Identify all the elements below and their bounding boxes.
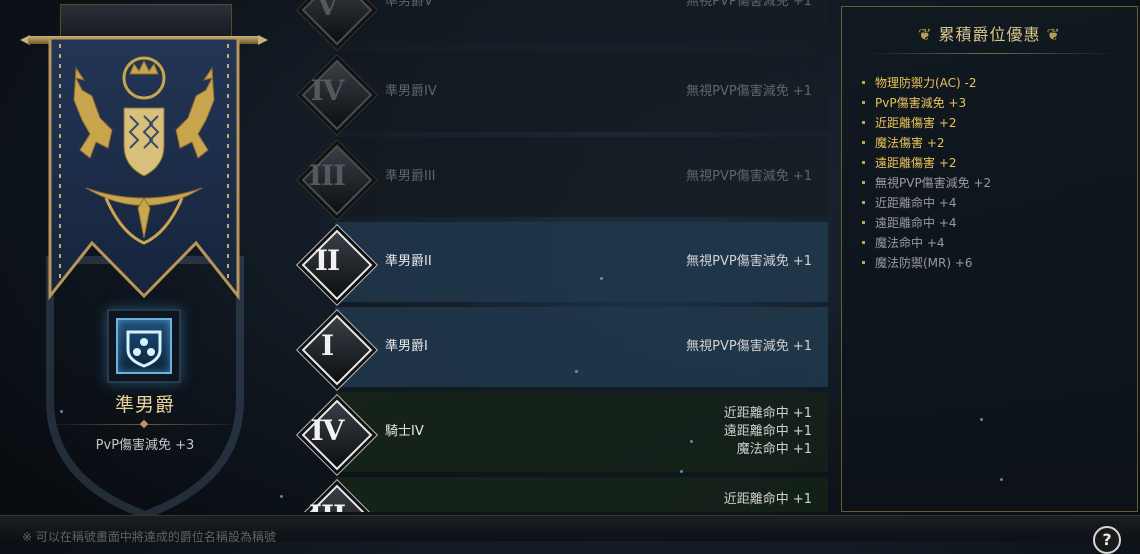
- rank-bonus: 無視PVP傷害減免 +1: [552, 0, 812, 42]
- benefit-text: PvP傷害減免 +3: [875, 96, 967, 110]
- rank-name: 騎士IV: [385, 424, 424, 439]
- benefit-text: 魔法命中 +4: [875, 236, 945, 250]
- bullet-icon: [862, 140, 865, 144]
- benefit-text: 魔法防禦(MR) +6: [875, 256, 973, 270]
- benefit-item: 遠距離命中 +4: [862, 213, 991, 233]
- bullet-icon: [862, 220, 865, 224]
- footer-bar: ※ 可以在稱號畫面中將達成的爵位名稱設為稱號 ?: [0, 515, 1140, 554]
- bullet-icon: [862, 200, 865, 204]
- rank-bonus-line: 無視PVP傷害減免 +1: [686, 169, 812, 184]
- bullet-icon: [862, 180, 865, 184]
- rank-bonus-line: 近距離命中 +1: [723, 492, 812, 507]
- rank-list[interactable]: 準男爵V 無視PVP傷害減免 +1 V 準男爵IV 無視PVP傷害減免 +1 I…: [290, 0, 835, 512]
- rank-row[interactable]: 準男爵V 無視PVP傷害減免 +1: [335, 0, 828, 42]
- rank-bonus-line: 無視PVP傷害減免 +1: [686, 254, 812, 269]
- rank-name: 準男爵V: [385, 0, 433, 9]
- laurel-left-icon: ❦: [918, 25, 933, 44]
- sparkle: [575, 370, 578, 373]
- benefit-text: 魔法傷害 +2: [875, 136, 945, 150]
- rank-emblem-panel: 準男爵 PvP傷害減免 +3: [0, 0, 290, 520]
- rank-row[interactable]: 騎士IV 近距離命中 +1 遠距離命中 +1 魔法命中 +1: [335, 392, 828, 472]
- rank-bonus-line: 無視PVP傷害減免 +1: [686, 0, 812, 9]
- rank-divider: [45, 424, 245, 425]
- rank-badge-icon: [116, 318, 172, 374]
- header-divider: [862, 53, 1117, 54]
- bullet-icon: [862, 160, 865, 164]
- sparkle: [690, 440, 693, 443]
- laurel-right-icon: ❦: [1046, 25, 1061, 44]
- rank-numeral: IV: [310, 414, 345, 447]
- benefit-item: 物理防禦力(AC) -2: [862, 73, 991, 93]
- sparkle: [980, 418, 983, 421]
- help-button[interactable]: ?: [1093, 526, 1121, 554]
- bullet-icon: [862, 80, 865, 84]
- sparkle: [280, 495, 283, 498]
- rod-tip-right: [258, 35, 268, 45]
- rank-bonus-line: 無視PVP傷害減免 +1: [686, 339, 812, 354]
- banner-cap: [60, 4, 232, 40]
- benefit-item: 魔法命中 +4: [862, 233, 991, 253]
- benefit-list: 物理防禦力(AC) -2 PvP傷害減免 +3 近距離傷害 +2 魔法傷害 +2…: [862, 73, 991, 273]
- bullet-icon: [862, 260, 865, 264]
- benefit-item: 魔法防禦(MR) +6: [862, 253, 991, 273]
- rank-numeral: I: [320, 329, 334, 362]
- rank-numeral: III: [292, 496, 362, 512]
- benefit-text: 無視PVP傷害減免 +2: [875, 176, 992, 190]
- benefit-item: PvP傷害減免 +3: [862, 93, 991, 113]
- bullet-icon: [862, 100, 865, 104]
- rank-row[interactable]: 近距離命中 +1: [335, 477, 828, 512]
- benefit-text: 近距離傷害 +2: [875, 116, 957, 130]
- rank-bonus: 無視PVP傷害減免 +1: [552, 222, 812, 302]
- rank-bonus-line: 魔法命中 +1: [736, 442, 812, 457]
- current-rank-bonus: PvP傷害減免 +3: [95, 438, 195, 453]
- panel-header: ❦ 累積爵位優惠 ❦: [842, 21, 1137, 45]
- cumulative-benefits-panel: ❦ 累積爵位優惠 ❦ 物理防禦力(AC) -2 PvP傷害減免 +3 近距離傷害 +…: [841, 6, 1138, 512]
- benefit-text: 遠距離傷害 +2: [875, 156, 957, 170]
- benefit-item: 遠距離傷害 +2: [862, 153, 991, 173]
- benefit-text: 近距離命中 +4: [875, 196, 957, 210]
- benefit-item: 近距離傷害 +2: [862, 113, 991, 133]
- benefit-item: 近距離命中 +4: [862, 193, 991, 213]
- benefit-text: 遠距離命中 +4: [875, 216, 957, 230]
- footer-note: ※ 可以在稱號畫面中將達成的爵位名稱設為稱號: [22, 530, 276, 544]
- sparkle: [60, 410, 63, 413]
- rank-row[interactable]: 準男爵IV 無視PVP傷害減免 +1: [335, 52, 828, 132]
- rank-numeral: III: [308, 159, 346, 192]
- rank-bonus: 近距離命中 +1 遠距離命中 +1 魔法命中 +1: [552, 392, 812, 472]
- benefit-item: 魔法傷害 +2: [862, 133, 991, 153]
- rank-name: 準男爵I: [385, 339, 428, 354]
- rank-bonus-line: 近距離命中 +1: [723, 406, 812, 421]
- baronet-banner: [48, 38, 240, 300]
- rank-row[interactable]: 準男爵II 無視PVP傷害減免 +1: [335, 222, 828, 302]
- rank-row[interactable]: 準男爵III 無視PVP傷害減免 +1: [335, 137, 828, 217]
- rank-bonus: 無視PVP傷害減免 +1: [552, 307, 812, 387]
- sparkle: [1000, 478, 1003, 481]
- rank-bonus-line: 遠距離命中 +1: [723, 424, 812, 439]
- rank-row[interactable]: 準男爵I 無視PVP傷害減免 +1: [335, 307, 828, 387]
- bullet-icon: [862, 120, 865, 124]
- rank-bonus: 無視PVP傷害減免 +1: [552, 52, 812, 132]
- rank-bonus: 無視PVP傷害減免 +1: [552, 137, 812, 217]
- rank-name: 準男爵II: [385, 254, 432, 269]
- sparkle: [680, 470, 683, 473]
- rank-name: 準男爵IV: [385, 84, 437, 99]
- sparkle: [600, 277, 603, 280]
- rank-bonus-line: 無視PVP傷害減免 +1: [686, 84, 812, 99]
- rank-bonus: 近距離命中 +1: [552, 477, 812, 512]
- rank-name: 準男爵III: [385, 169, 436, 184]
- rank-numeral: IV: [310, 74, 345, 107]
- bullet-icon: [862, 240, 865, 244]
- benefit-text: 物理防禦力(AC) -2: [875, 76, 977, 90]
- benefit-item: 無視PVP傷害減免 +2: [862, 173, 991, 193]
- current-rank-title: 準男爵: [114, 394, 175, 416]
- panel-title: 累積爵位優惠: [938, 25, 1041, 44]
- rank-numeral: II: [314, 244, 340, 277]
- current-rank-icon: [107, 309, 181, 383]
- rank-numeral: V: [316, 0, 339, 22]
